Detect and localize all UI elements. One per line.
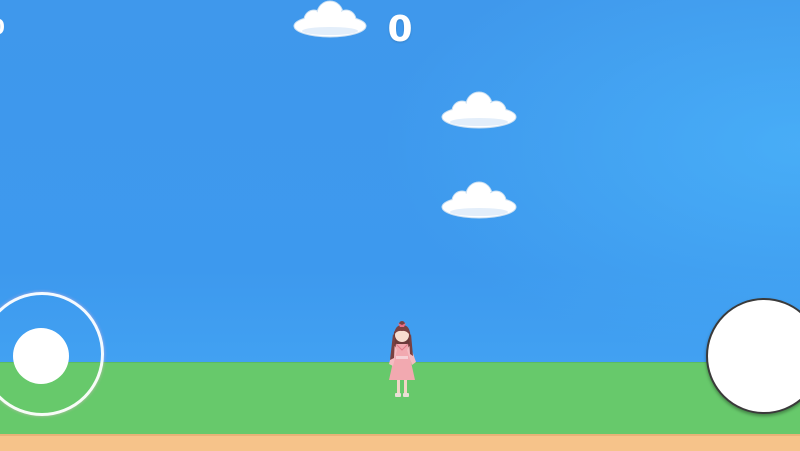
cloud-icon	[441, 91, 517, 129]
score-counter: 0	[387, 9, 413, 50]
cloud-icon	[441, 181, 517, 219]
cloud-icon	[293, 0, 367, 38]
player-character-icon	[389, 321, 416, 397]
game-canvas[interactable]: 0 0	[0, 0, 800, 451]
joystick-knob[interactable]	[13, 328, 69, 384]
dirt-strip	[0, 434, 800, 451]
offscreen-counter: 0	[0, 17, 5, 37]
